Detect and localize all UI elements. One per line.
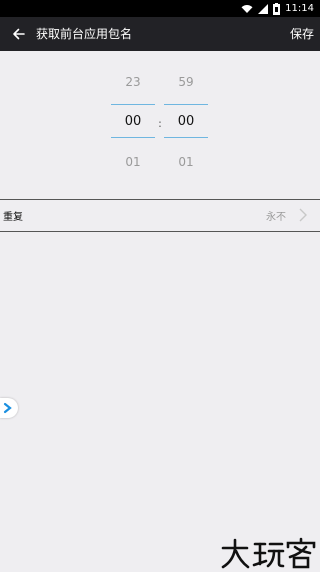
app-bar: 获取前台应用包名 保存 [0,17,320,51]
minute-picker[interactable]: 59 00 01 [164,51,208,199]
hour-selection-top-line [111,104,155,105]
hour-current[interactable]: 00 [111,114,155,129]
repeat-row[interactable]: 重复 永不 [0,200,320,231]
hour-next[interactable]: 01 [111,155,155,169]
minute-selection-bottom-line [164,137,208,138]
chevron-right-icon [299,208,307,222]
hour-selection-bottom-line [111,137,155,138]
wifi-icon [241,4,253,13]
signal-icon [258,3,269,14]
page-title: 获取前台应用包名 [36,27,133,41]
repeat-label: 重复 [3,212,23,223]
divider [0,231,320,232]
battery-icon [273,2,281,15]
minute-next[interactable]: 01 [164,155,208,169]
hour-prev[interactable]: 23 [111,75,155,89]
minute-selection-top-line [164,104,208,105]
back-arrow-icon[interactable] [10,25,28,43]
floating-side-button[interactable] [0,398,18,418]
watermark-logo [221,537,316,569]
status-bar: 11:14 [0,0,320,17]
hour-picker[interactable]: 23 00 01 [111,51,155,199]
status-icons: 11:14 [241,2,314,15]
repeat-value: 永不 [266,212,286,223]
time-picker: 23 00 01 : 59 00 01 [0,51,320,199]
chevron-right-icon [3,402,12,414]
minute-prev[interactable]: 59 [164,75,208,89]
save-button[interactable]: 保存 [290,26,314,42]
minute-current[interactable]: 00 [164,114,208,129]
status-time: 11:14 [285,3,314,14]
